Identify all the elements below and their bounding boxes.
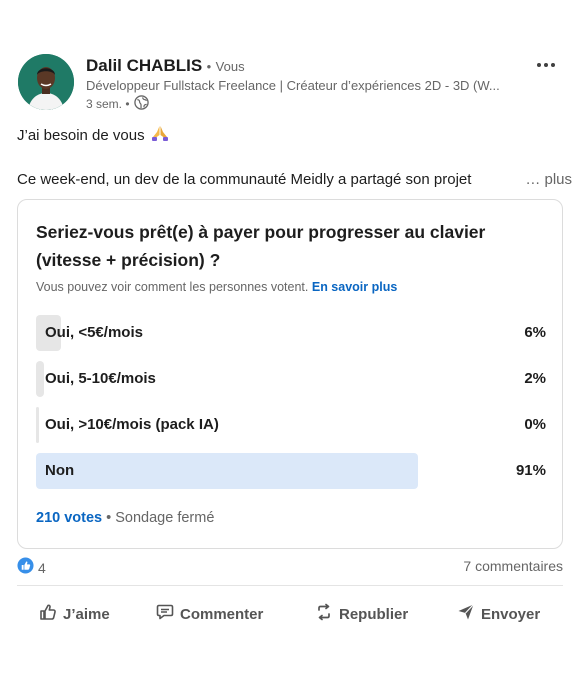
poll-option-percent: 6% — [524, 324, 546, 341]
like-button[interactable]: J’aime — [39, 598, 110, 630]
see-more-link[interactable]: … plus — [525, 171, 572, 188]
poll-footer: 210 votes • Sondage fermé — [36, 510, 214, 526]
author-badge: Vous — [215, 59, 245, 74]
repost-icon — [315, 603, 333, 626]
like-label: J’aime — [63, 605, 110, 623]
poll-card: Seriez-vous prêt(e) à payer pour progres… — [17, 199, 563, 549]
more-options-button[interactable] — [533, 54, 559, 74]
poll-option-percent: 0% — [524, 416, 546, 433]
poll-note: Vous pouvez voir comment les personnes v… — [36, 280, 397, 294]
poll-option[interactable]: Oui, >10€/mois (pack IA) 0% — [36, 407, 546, 443]
comment-button[interactable]: Commenter — [156, 598, 263, 630]
send-icon — [457, 603, 475, 626]
poll-option-label: Oui, <5€/mois — [45, 324, 143, 341]
avatar[interactable] — [18, 54, 74, 110]
more-dots-icon — [536, 55, 556, 73]
praying-hands-icon — [151, 124, 169, 146]
poll-option-percent: 2% — [524, 370, 546, 387]
poll-option[interactable]: Oui, 5-10€/mois 2% — [36, 361, 546, 397]
repost-label: Republier — [339, 605, 409, 623]
poll-option-label: Non — [45, 462, 75, 479]
post-text-line-2: Ce week-end, un dev de la communauté Mei… — [17, 171, 472, 188]
social-counts: 4 7 commentaires — [17, 557, 563, 577]
post-time: 3 sem. • — [86, 97, 130, 111]
poll-option-bar — [36, 407, 39, 443]
author-headline: Développeur Fullstack Freelance | Créate… — [86, 78, 500, 93]
thumbs-up-icon — [39, 603, 57, 626]
comment-label: Commenter — [180, 605, 264, 623]
poll-option-bar — [36, 453, 418, 489]
poll-note-text: Vous pouvez voir comment les personnes v… — [36, 280, 309, 294]
poll-question: Seriez-vous prêt(e) à payer pour progres… — [36, 222, 486, 270]
learn-more-link[interactable]: En savoir plus — [312, 280, 397, 294]
action-bar: J’aime Commenter Republier Envoyer — [17, 598, 563, 630]
send-button[interactable]: Envoyer — [457, 598, 540, 630]
comment-icon — [156, 603, 174, 626]
repost-button[interactable]: Republier — [315, 598, 408, 630]
poll-option[interactable]: Non 91% — [36, 453, 546, 489]
poll-option[interactable]: Oui, <5€/mois 6% — [36, 315, 546, 351]
globe-icon — [133, 95, 149, 113]
comments-count[interactable]: 7 commentaires — [463, 558, 563, 574]
poll-status: • Sondage fermé — [106, 510, 215, 526]
poll-option-label: Oui, 5-10€/mois — [45, 370, 156, 387]
author-line: Dalil CHABLIS • Vous — [86, 56, 245, 76]
poll-option-percent: 91% — [515, 462, 546, 479]
poll-votes-link[interactable]: 210 votes — [36, 510, 102, 526]
like-reaction-icon — [17, 557, 34, 579]
post-meta: 3 sem. • — [86, 95, 149, 113]
post-text-first: J’ai besoin de vous — [17, 126, 145, 144]
author-separator: • — [206, 59, 212, 74]
poll-option-label: Oui, >10€/mois (pack IA) — [45, 416, 219, 433]
reactions-summary[interactable]: 4 — [17, 557, 46, 579]
reaction-count: 4 — [38, 560, 46, 576]
send-label: Envoyer — [481, 605, 541, 623]
post-header: Dalil CHABLIS • Vous Développeur Fullsta… — [18, 54, 563, 114]
poll-option-bar — [36, 361, 44, 397]
divider — [17, 585, 563, 586]
author-name[interactable]: Dalil CHABLIS — [86, 56, 202, 75]
post-text-line-1: J’ai besoin de vous — [17, 124, 169, 146]
